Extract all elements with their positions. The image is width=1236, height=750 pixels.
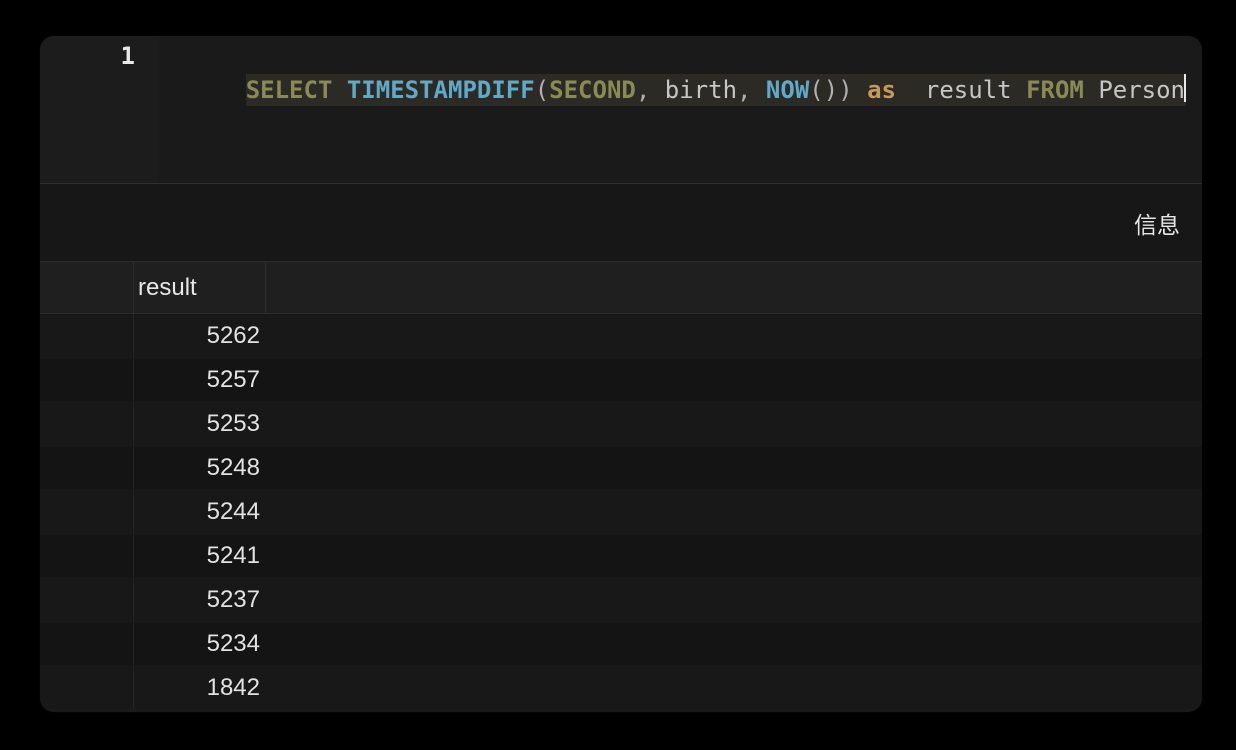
cell-result: 5248 (134, 454, 266, 482)
cell-result: 1842 (134, 674, 266, 702)
table-row[interactable]: 5244 (40, 490, 1202, 534)
rownum-cell (40, 578, 134, 621)
column-header-result[interactable]: result (134, 262, 266, 313)
sql-token-func: TIMESTAMPDIFF (347, 76, 535, 104)
table-row[interactable]: 5248 (40, 446, 1202, 490)
results-table: result 5262 5257 5253 5248 5244 5241 52 (40, 262, 1202, 710)
cell-result: 5244 (134, 498, 266, 526)
sql-token-lparen: ( (535, 76, 549, 104)
cell-result: 5241 (134, 542, 266, 570)
rownum-cell (40, 314, 134, 357)
sql-token-from: FROM (1026, 76, 1084, 104)
table-row[interactable]: 5241 (40, 534, 1202, 578)
table-row[interactable]: 5253 (40, 402, 1202, 446)
sql-token-nowparen: () (809, 76, 838, 104)
rownum-cell (40, 534, 134, 577)
sql-token-comma: , (737, 76, 751, 104)
sql-editor[interactable]: 1 SELECT TIMESTAMPDIFF(SECOND, birth, NO… (40, 36, 1202, 184)
results-header-row: result (40, 262, 1202, 314)
tab-info[interactable]: 信息 (1132, 198, 1182, 248)
sql-token-result: result (925, 76, 1012, 104)
sql-token-second: SECOND (549, 76, 636, 104)
editor-gutter: 1 (40, 36, 159, 183)
rownum-cell (40, 446, 134, 489)
table-row[interactable]: 5237 (40, 578, 1202, 622)
rownum-cell (40, 666, 134, 709)
sql-token-comma: , (636, 76, 650, 104)
sql-token-as: as (867, 76, 896, 104)
cell-result: 5234 (134, 630, 266, 658)
rownum-cell (40, 490, 134, 533)
rownum-cell (40, 622, 134, 665)
sql-token-select: SELECT (246, 76, 333, 104)
header-rownum-cell (40, 262, 134, 313)
results-tabbar: 信息 (40, 184, 1202, 262)
sql-token-rparen: ) (838, 76, 852, 104)
table-row[interactable]: 5262 (40, 314, 1202, 358)
editor-cursor-icon (1184, 74, 1186, 102)
cell-result: 5237 (134, 586, 266, 614)
table-row[interactable]: 5257 (40, 358, 1202, 402)
rownum-cell (40, 402, 134, 445)
cell-result: 5262 (134, 322, 266, 350)
editor-code-area[interactable]: SELECT TIMESTAMPDIFF(SECOND, birth, NOW(… (159, 36, 1202, 183)
sql-editor-window: 1 SELECT TIMESTAMPDIFF(SECOND, birth, NO… (40, 36, 1202, 712)
sql-line[interactable]: SELECT TIMESTAMPDIFF(SECOND, birth, NOW(… (246, 74, 1186, 106)
sql-token-now: NOW (766, 76, 809, 104)
table-row[interactable]: 5234 (40, 622, 1202, 666)
table-row[interactable]: 1842 (40, 666, 1202, 710)
line-number: 1 (40, 42, 135, 70)
rownum-cell (40, 358, 134, 401)
sql-token-person: Person (1098, 76, 1185, 104)
cell-result: 5257 (134, 366, 266, 394)
sql-token-birth: birth (665, 76, 737, 104)
cell-result: 5253 (134, 410, 266, 438)
